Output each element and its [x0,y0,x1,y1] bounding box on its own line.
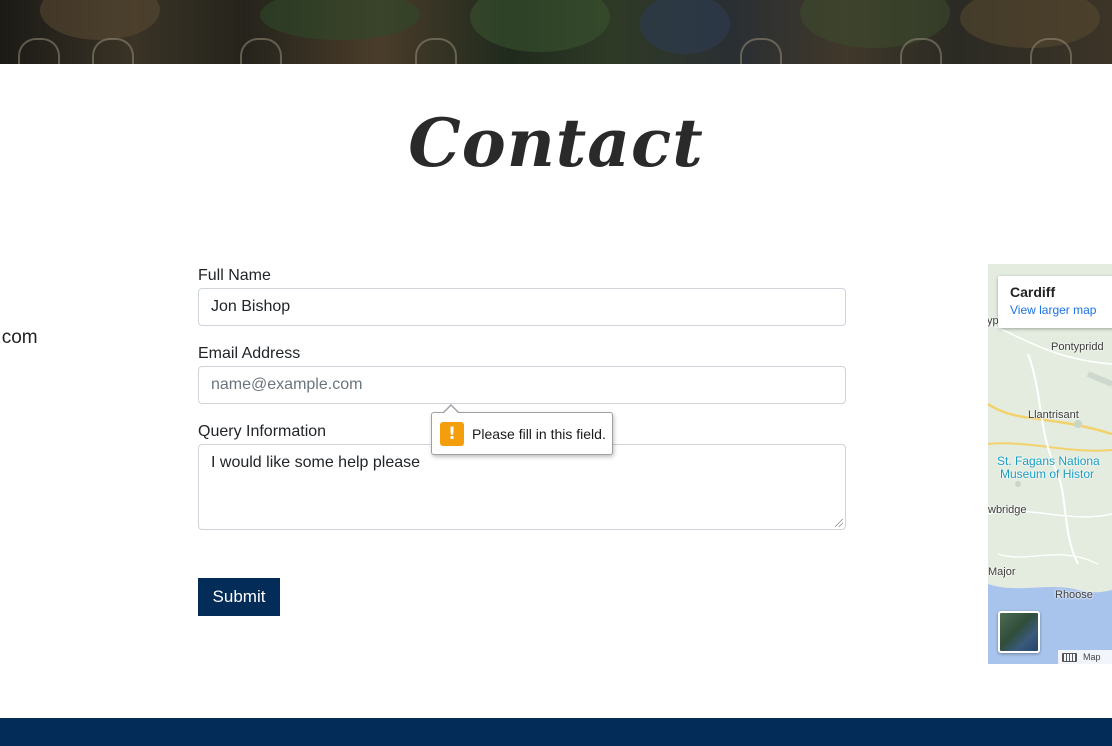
map-label-major: Major [988,566,1016,578]
full-name-input[interactable]: Jon Bishop [198,288,846,326]
query-information-text: I would like some help please [211,454,421,471]
page-title: Contact [408,104,704,182]
map-label-llantrisant: Llantrisant [1028,409,1079,421]
query-information-label: Query Information [198,423,327,440]
full-name-label: Full Name [198,267,271,284]
validation-tooltip: ! Please fill in this field. [431,404,613,455]
map-place-title: Cardiff [1010,284,1056,300]
map-label-cowbridge: wbridge [988,504,1027,516]
map-label-left: yp [988,315,999,327]
map-label-museum: Museum of Histor [1000,467,1095,481]
map-place-card: Cardiff View larger map [998,276,1112,328]
map-label-rhoose: Rhoose [1055,589,1093,601]
hero-banner-image [0,0,1112,64]
map-layer-toggle[interactable] [998,611,1040,653]
warning-icon: ! [440,421,464,446]
site-footer [0,718,1112,746]
view-larger-map-link[interactable]: View larger map [1010,303,1112,317]
query-information-textarea[interactable]: I would like some help please [198,444,846,530]
email-address-input[interactable]: name@example.com [198,366,846,404]
validation-message: Please fill in this field. [472,425,606,442]
submit-button[interactable]: Submit [198,578,280,616]
map-data-label: Map [1083,652,1101,662]
contact-email-text: ll.com [0,327,38,348]
embedded-map[interactable]: Cardiff View larger map yp Pontypridd Ll… [988,264,1112,664]
email-address-label: Email Address [198,345,301,362]
resize-grip-icon[interactable] [835,519,843,527]
map-label-pontypridd: Pontypridd [1051,341,1104,353]
map-footer: Map [1058,650,1112,664]
keyboard-shortcuts-icon[interactable] [1062,652,1077,662]
